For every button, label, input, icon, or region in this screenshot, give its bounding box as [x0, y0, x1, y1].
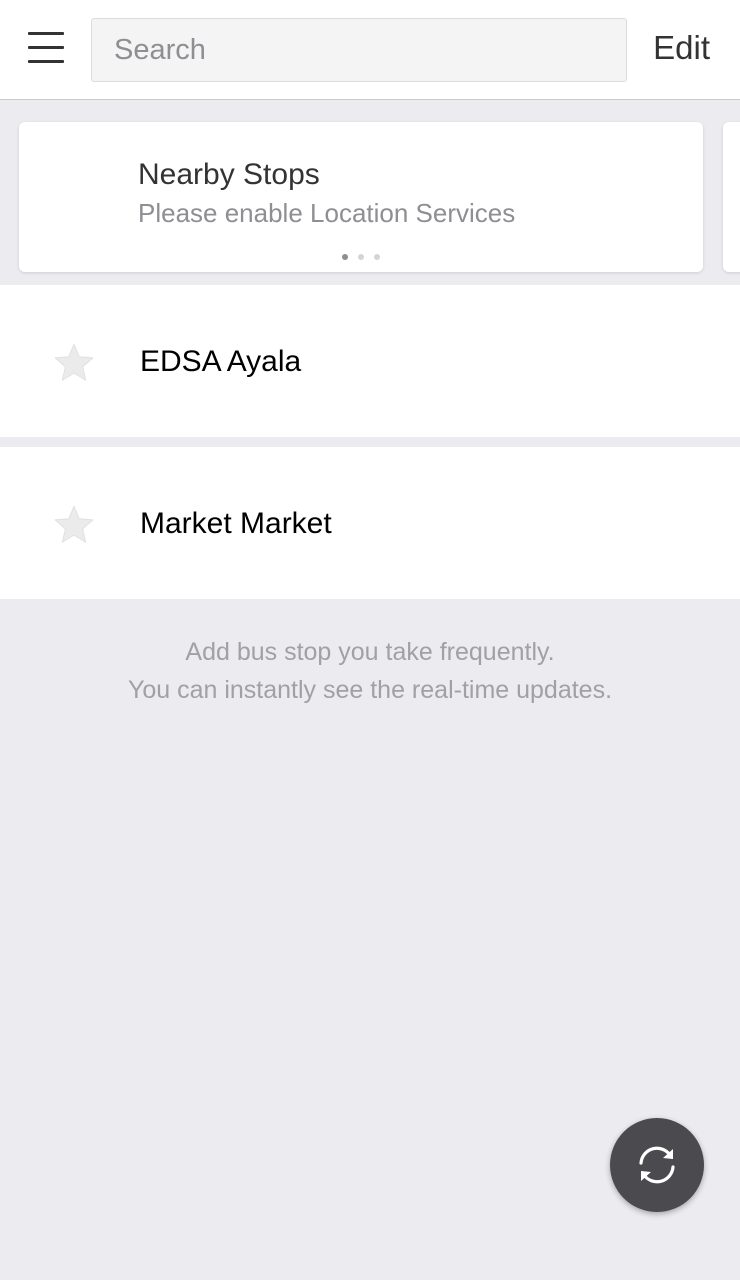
hamburger-menu-icon-line — [28, 32, 64, 35]
page-dot — [358, 254, 364, 260]
next-card-peek[interactable] — [723, 122, 740, 272]
stop-row[interactable]: EDSA Ayala — [0, 285, 740, 437]
empty-hint-line: Add bus stop you take frequently. — [185, 638, 555, 666]
nearby-stops-title: Nearby Stops — [138, 158, 320, 191]
empty-hint-line: You can instantly see the real-time upda… — [127, 676, 613, 704]
nearby-stops-card[interactable]: Nearby Stops Please enable Location Serv… — [19, 122, 703, 272]
search-input[interactable] — [91, 18, 627, 82]
hamburger-menu-icon-line — [28, 60, 64, 63]
nearby-stops-carousel[interactable]: Nearby Stops Please enable Location Serv… — [0, 100, 740, 284]
menu-button[interactable] — [24, 28, 66, 68]
page-dot — [342, 254, 348, 260]
refresh-icon — [639, 1146, 675, 1184]
page-dot — [374, 254, 380, 260]
stop-row[interactable]: Market Market — [0, 447, 740, 599]
star-icon[interactable] — [52, 503, 96, 547]
location-services-message: Please enable Location Services — [138, 198, 516, 228]
star-icon[interactable] — [52, 341, 96, 385]
refresh-button[interactable] — [610, 1118, 704, 1212]
hamburger-menu-icon-line — [28, 46, 64, 49]
stop-name: EDSA Ayala — [140, 345, 302, 378]
top-bar: Edit — [0, 0, 740, 100]
edit-button[interactable]: Edit — [653, 26, 710, 70]
stop-name: Market Market — [140, 507, 332, 540]
page-indicator — [19, 254, 703, 260]
